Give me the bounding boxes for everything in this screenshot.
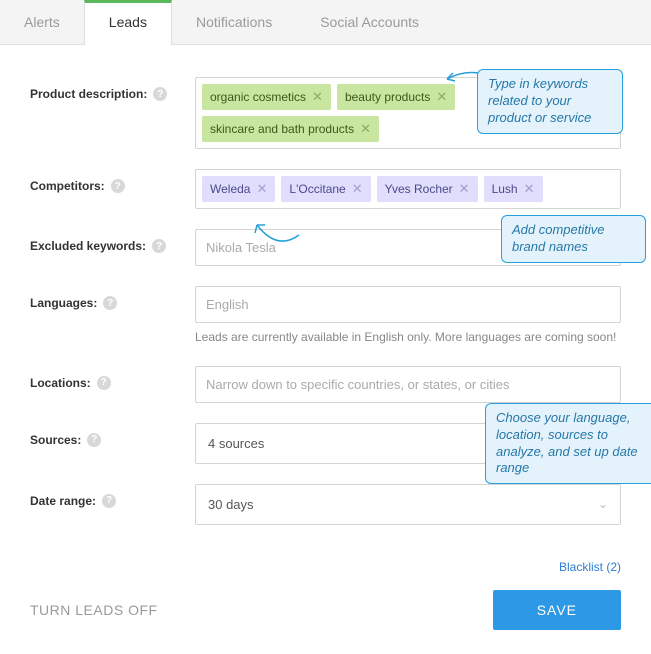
tab-alerts[interactable]: Alerts — [0, 0, 84, 44]
tag-label: Lush — [492, 182, 518, 196]
tag-label: Yves Rocher — [385, 182, 453, 196]
blacklist-link[interactable]: Blacklist (2) — [559, 560, 621, 574]
tag-loccitane: L'Occitane ✕ — [281, 176, 370, 202]
callout-sources: Choose your language, location, sources … — [485, 403, 651, 485]
tag-yves-rocher: Yves Rocher ✕ — [377, 176, 478, 202]
callout-keywords: Type in keywords related to your product… — [477, 69, 623, 134]
tag-skincare-bath: skincare and bath products ✕ — [202, 116, 379, 142]
languages-label: Languages: — [30, 296, 97, 310]
tab-leads[interactable]: Leads — [84, 0, 172, 45]
date-range-select[interactable]: 30 days ⌄ — [195, 484, 621, 525]
close-icon[interactable]: ✕ — [436, 89, 447, 105]
close-icon[interactable]: ✕ — [312, 89, 323, 105]
close-icon[interactable]: ✕ — [256, 181, 267, 197]
help-icon[interactable]: ? — [102, 494, 116, 508]
tag-label: skincare and bath products — [210, 122, 354, 136]
tag-label: Weleda — [210, 182, 250, 196]
help-icon[interactable]: ? — [152, 239, 166, 253]
product-description-label: Product description: — [30, 87, 147, 101]
tag-weleda: Weleda ✕ — [202, 176, 275, 202]
save-button[interactable]: SAVE — [493, 590, 621, 630]
tag-label: L'Occitane — [289, 182, 345, 196]
tabs-bar: Alerts Leads Notifications Social Accoun… — [0, 0, 651, 45]
chevron-down-icon: ⌄ — [598, 497, 608, 511]
help-icon[interactable]: ? — [103, 296, 117, 310]
sources-value: 4 sources — [208, 436, 264, 451]
callout-competitors: Add competitive brand names — [501, 215, 646, 263]
tag-beauty-products: beauty products ✕ — [337, 84, 455, 110]
locations-input[interactable] — [195, 366, 621, 403]
close-icon[interactable]: ✕ — [352, 181, 363, 197]
close-icon[interactable]: ✕ — [459, 181, 470, 197]
tag-lush: Lush ✕ — [484, 176, 543, 202]
tag-label: organic cosmetics — [210, 90, 306, 104]
excluded-keywords-label: Excluded keywords: — [30, 239, 146, 253]
close-icon[interactable]: ✕ — [360, 121, 371, 137]
help-icon[interactable]: ? — [87, 433, 101, 447]
competitors-label: Competitors: — [30, 179, 105, 193]
tag-label: beauty products — [345, 90, 430, 104]
tag-organic-cosmetics: organic cosmetics ✕ — [202, 84, 331, 110]
tab-notifications[interactable]: Notifications — [172, 0, 296, 44]
help-icon[interactable]: ? — [97, 376, 111, 390]
footer: TURN LEADS OFF SAVE — [0, 574, 651, 654]
turn-leads-off-button[interactable]: TURN LEADS OFF — [30, 602, 158, 618]
languages-helper: Leads are currently available in English… — [195, 329, 621, 346]
locations-label: Locations: — [30, 376, 91, 390]
languages-input[interactable] — [195, 286, 621, 323]
close-icon[interactable]: ✕ — [524, 181, 535, 197]
tab-social-accounts[interactable]: Social Accounts — [296, 0, 443, 44]
date-range-label: Date range: — [30, 494, 96, 508]
sources-label: Sources: — [30, 433, 81, 447]
date-range-value: 30 days — [208, 497, 254, 512]
form-panel: Product description: ? organic cosmetics… — [0, 45, 651, 553]
help-icon[interactable]: ? — [153, 87, 167, 101]
competitors-input[interactable]: Weleda ✕ L'Occitane ✕ Yves Rocher ✕ Lush… — [195, 169, 621, 209]
help-icon[interactable]: ? — [111, 179, 125, 193]
